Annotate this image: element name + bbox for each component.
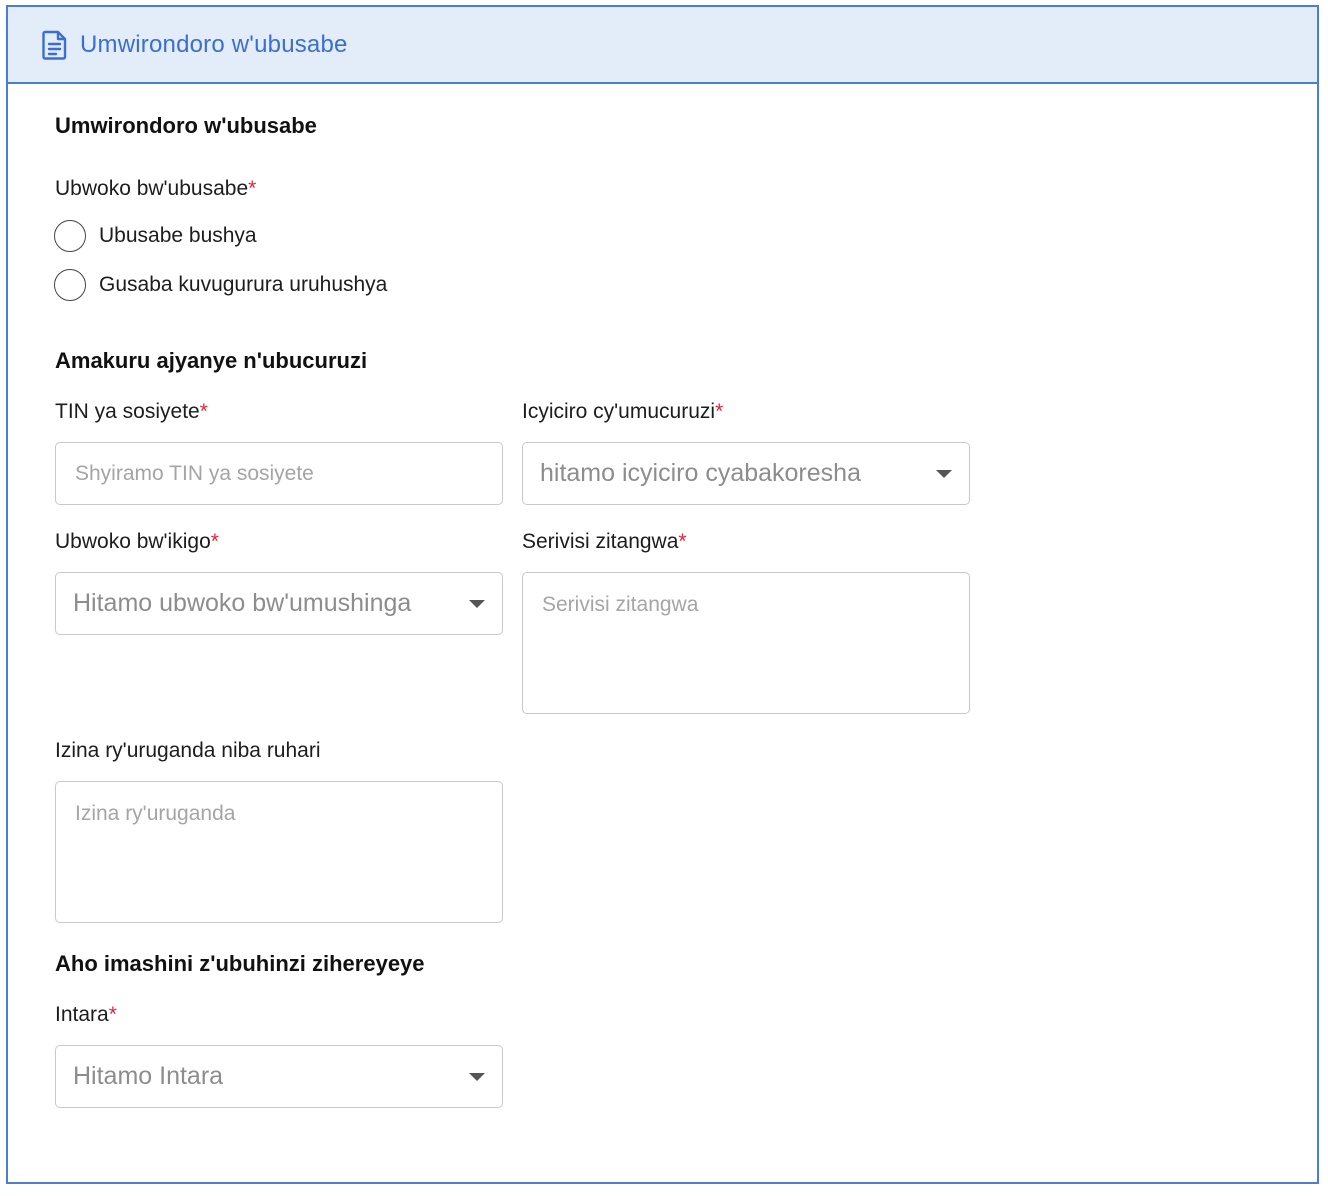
required-mark: *: [715, 400, 724, 423]
project-type-select[interactable]: Hitamo ubwoko bw'umushinga: [55, 572, 503, 635]
services-label: Serivisi zitangwa*: [522, 530, 687, 554]
panel-header: Umwirondoro w'ubusabe: [8, 7, 1317, 84]
tin-input[interactable]: [55, 442, 503, 505]
company-name-label: Izina ry'uruganda niba ruhari: [55, 739, 321, 762]
required-mark: *: [210, 530, 219, 553]
application-form-panel: Umwirondoro w'ubusabe Umwirondoro w'ubus…: [6, 5, 1319, 1184]
province-label-text: Intara: [55, 1003, 109, 1026]
project-type-label: Ubwoko bw'ikigo*: [55, 530, 219, 554]
services-textarea[interactable]: [522, 572, 970, 714]
radio-option-renewal[interactable]: Gusaba kuvugurura uruhushya: [54, 269, 387, 301]
radio-option-new-application[interactable]: Ubusabe bushya: [54, 220, 257, 252]
chevron-down-icon: [936, 469, 952, 478]
tin-label-text: TIN ya sosiyete: [55, 400, 200, 423]
services-label-text: Serivisi zitangwa: [522, 530, 679, 553]
chevron-down-icon: [469, 599, 485, 608]
province-label: Intara*: [55, 1003, 117, 1027]
required-mark: *: [199, 400, 208, 423]
required-mark: *: [108, 1003, 117, 1026]
application-type-label: Ubwoko bw'ubusabe*: [55, 177, 256, 201]
chevron-down-icon: [469, 1072, 485, 1081]
application-type-label-text: Ubwoko bw'ubusabe: [55, 177, 249, 200]
select-placeholder: Hitamo ubwoko bw'umushinga: [73, 589, 412, 617]
trader-category-select[interactable]: hitamo icyiciro cyabakoresha: [522, 442, 970, 505]
select-placeholder: Hitamo Intara: [73, 1062, 224, 1090]
application-profile-heading: Umwirondoro w'ubusabe: [55, 113, 317, 138]
radio-label: Ubusabe bushya: [99, 224, 257, 247]
trader-category-label: Icyiciro cy'umucuruzi*: [522, 400, 723, 424]
trader-category-label-text: Icyiciro cy'umucuruzi: [522, 400, 716, 423]
select-placeholder: hitamo icyiciro cyabakoresha: [540, 459, 861, 487]
company-name-textarea[interactable]: [55, 781, 503, 923]
document-icon: [42, 30, 68, 60]
radio-button[interactable]: [54, 269, 86, 301]
tin-label: TIN ya sosiyete*: [55, 400, 208, 424]
required-mark: *: [248, 177, 257, 200]
project-type-label-text: Ubwoko bw'ikigo: [55, 530, 211, 553]
required-mark: *: [678, 530, 687, 553]
radio-label: Gusaba kuvugurura uruhushya: [99, 273, 388, 296]
machinery-location-heading: Aho imashini z'ubuhinzi zihereyeye: [55, 951, 425, 976]
province-select[interactable]: Hitamo Intara: [55, 1045, 503, 1108]
radio-button[interactable]: [54, 220, 86, 252]
panel-title: Umwirondoro w'ubusabe: [80, 30, 348, 58]
business-info-heading: Amakuru ajyanye n'ubucuruzi: [55, 348, 368, 373]
